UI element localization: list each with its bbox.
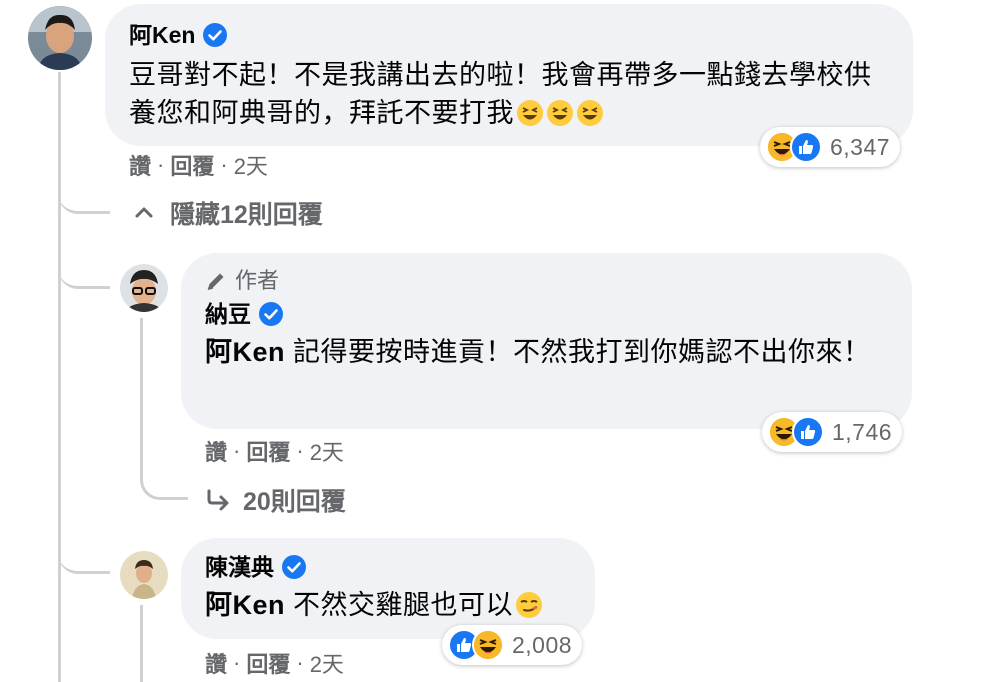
reply-button[interactable]: 回覆 [170,149,214,181]
reply-button[interactable]: 回覆 [246,435,290,467]
hide-replies-label: 隱藏12則回覆 [170,201,323,229]
timestamp[interactable]: 2天 [234,149,268,181]
comment-author[interactable]: 納豆 [205,299,251,329]
avatar[interactable] [120,551,168,599]
thread-line-main [58,72,61,682]
grinning-squinting-emoji-icon [546,99,574,127]
reactions-summary[interactable]: 2,008 [442,625,583,665]
comment-text: 阿Ken 不然交雞腿也可以 [205,586,571,624]
separator: · [296,438,304,463]
comment-text: 阿Ken 記得要按時進貢！不然我打到你媽認不出你來！ [205,333,888,371]
mention-link[interactable]: 阿Ken [205,337,285,367]
like-button[interactable]: 讚 [205,435,227,467]
comment-text: 豆哥對不起！不是我講出去的啦！我會再帶多一點錢去學校供養您和阿典哥的，拜託不要打… [129,56,889,132]
comment-author[interactable]: 陳漢典 [205,552,274,582]
hide-replies-button[interactable]: 隱藏12則回覆 [132,195,323,231]
separator: · [296,650,304,675]
timestamp[interactable]: 2天 [310,435,344,467]
separator: · [233,650,241,675]
grinning-squinting-emoji-icon [576,99,604,127]
avatar[interactable] [120,264,168,312]
separator: · [233,438,241,463]
thread-curve-more [140,466,188,500]
separator: · [157,152,165,177]
reply-arrow-icon [205,488,229,512]
comment-bubble: 陳漢典 阿Ken 不然交雞腿也可以 [181,538,595,639]
reply-button[interactable]: 回覆 [246,647,290,679]
comment-bubble: 阿Ken 豆哥對不起！不是我講出去的啦！我會再帶多一點錢去學校供養您和阿典哥的，… [105,4,913,146]
thread-curve-reply-2 [58,540,110,574]
smirk-emoji-icon [515,591,543,619]
thread-curve-reply-1 [58,255,110,289]
comment-bubble: 作者 納豆 阿Ken 記得要按時進貢！不然我打到你媽認不出你來！ [181,253,912,429]
haha-reaction-icon [472,629,504,661]
thread-line-reply [140,318,143,478]
author-badge-label: 作者 [235,268,280,293]
pen-icon [205,270,227,292]
view-more-replies-button[interactable]: 20則回覆 [205,482,346,518]
verified-badge-icon [282,555,306,579]
reaction-count: 1,746 [832,418,893,445]
reaction-count: 6,347 [830,133,891,160]
comment-actions: 讚 · 回覆 · 2天 [205,647,344,679]
reaction-count: 2,008 [512,631,573,658]
reactions-summary[interactable]: 6,347 [760,127,901,167]
comment-actions: 讚 · 回覆 · 2天 [129,149,268,181]
chevron-up-icon [132,201,156,225]
reactions-summary[interactable]: 1,746 [762,412,903,452]
like-button[interactable]: 讚 [129,149,151,181]
comment-body: 豆哥對不起！不是我講出去的啦！我會再帶多一點錢去學校供養您和阿典哥的，拜託不要打… [129,60,872,128]
mention-link[interactable]: 阿Ken [205,590,285,620]
like-reaction-icon [790,131,822,163]
thread-line-reply-2 [140,605,143,682]
avatar[interactable] [28,6,92,70]
like-button[interactable]: 讚 [205,647,227,679]
comment-actions: 讚 · 回覆 · 2天 [205,435,344,467]
more-replies-label: 20則回覆 [243,488,346,516]
author-badge: 作者 [205,267,888,295]
verified-badge-icon [259,302,283,326]
grinning-squinting-emoji-icon [516,99,544,127]
like-reaction-icon [792,416,824,448]
separator: · [220,152,228,177]
verified-badge-icon [203,23,228,47]
thread-curve-hide [58,180,110,214]
comment-author[interactable]: 阿Ken [129,20,195,50]
comment-body: 記得要按時進貢！不然我打到你媽認不出你來！ [285,337,871,367]
timestamp[interactable]: 2天 [310,647,344,679]
comment-body: 不然交雞腿也可以 [285,590,514,620]
